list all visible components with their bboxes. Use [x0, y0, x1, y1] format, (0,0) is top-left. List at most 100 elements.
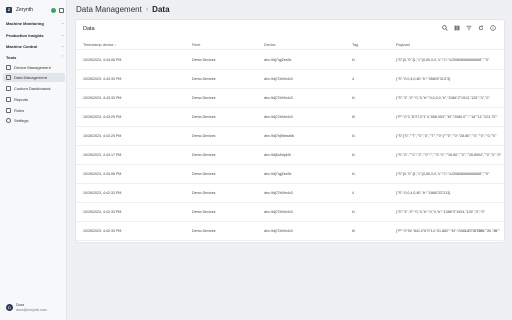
- cell-device: dev-9dj7rgj2se5x: [264, 58, 292, 62]
- cell-tag: t1: [352, 153, 355, 157]
- gear-icon: [6, 118, 11, 123]
- sidebar-item-device-management[interactable]: Device Management: [3, 63, 65, 72]
- col-header-timestamp[interactable]: Timestamp device ↓: [83, 43, 173, 47]
- table-row[interactable]: 10/26/2023, 4:44:06 PM Demo Devices dev-9d…: [76, 51, 504, 70]
- cell-device: dev-9dj72h0hr4v3: [264, 191, 293, 195]
- filter-icon[interactable]: [466, 25, 472, 31]
- sidebar-item-label: Reports: [14, 97, 29, 102]
- cell-tag: t1: [352, 172, 355, 176]
- cell-tag: t0: [352, 115, 355, 119]
- cell-fleet: Demo Devices: [192, 115, 216, 119]
- breadcrumb-parent[interactable]: Data Management: [76, 5, 142, 14]
- sort-arrow-down-icon: ↓: [114, 43, 117, 47]
- cell-timestamp: 10/26/2023, 4:43:33 PM: [83, 96, 122, 100]
- table-row[interactable]: 10/26/2023, 4:43:17 PM Demo Devices dev-9d…: [76, 146, 504, 165]
- chevron-up-icon: ⌃: [61, 55, 64, 59]
- section-tools[interactable]: Tools ⌃: [6, 53, 64, 61]
- cell-timestamp: 10/26/2023, 4:43:33 PM: [83, 77, 122, 81]
- info-icon[interactable]: [490, 25, 496, 31]
- col-header-tag[interactable]: Tag: [352, 43, 372, 47]
- table-row[interactable]: 10/26/2023, 4:42:33 PM Demo Devices dev-9d…: [76, 203, 504, 222]
- cell-fleet: Demo Devices: [192, 134, 216, 138]
- pagination: 1-10 of 190 ‹ ›: [464, 228, 496, 234]
- zerynth-logo: Z: [6, 7, 12, 13]
- table-toolbar: [442, 25, 496, 31]
- sidebar-item-label: Rules: [14, 108, 25, 113]
- section-machine-monitoring[interactable]: Machine Monitoring ⌄: [6, 19, 64, 27]
- table-row[interactable]: 10/26/2023, 4:42:33 PM Demo Devices dev-9d…: [76, 222, 504, 241]
- columns-icon[interactable]: [454, 25, 460, 31]
- table-row[interactable]: 10/26/2023, 4:42:33 PM Demo Devices dev-9d…: [76, 184, 504, 203]
- search-icon[interactable]: [442, 25, 448, 31]
- cell-payload: {"S":"0","""C":"2",""0":"",""3":"0",""26…: [396, 153, 502, 157]
- sidebar-item-custom-dashboards[interactable]: Custom Dashboards: [3, 84, 65, 93]
- section-label: Machine Control: [6, 43, 38, 49]
- table-row[interactable]: 10/26/2023, 4:43:25 PM Demo Devices dev-9d…: [76, 127, 504, 146]
- prev-page-icon[interactable]: ‹: [488, 228, 490, 234]
- chevron-down-icon: ⌄: [61, 21, 64, 25]
- cell-timestamp: 10/26/2023, 4:42:33 PM: [83, 210, 122, 214]
- cell-fleet: Demo Devices: [192, 153, 216, 157]
- cell-device: dev-9dj5u5dpk9t: [264, 153, 291, 157]
- user-profile[interactable]: D Docs docs@zerynth.com: [6, 303, 47, 312]
- cell-device: dev-9dj72h0hr4v3: [264, 96, 293, 100]
- cell-device: dev-9dj72h0hr4v3: [264, 210, 293, 214]
- cell-timestamp: 10/26/2023, 4:43:25 PM: [83, 134, 122, 138]
- cell-device: dev-9dj7rgj2se5x: [264, 172, 292, 176]
- dashboard-icon: [6, 86, 11, 91]
- breadcrumb-current: Data: [152, 5, 170, 14]
- section-label: Machine Monitoring: [6, 20, 44, 26]
- cell-fleet: Demo Devices: [192, 58, 216, 62]
- cell-payload: {"S":"0,0,4,0,4E,"b":"35803"314"3}: [396, 77, 451, 81]
- rules-icon: [6, 108, 11, 113]
- table-row[interactable]: 10/26/2023, 4:43:06 PM Demo Devices dev-9d…: [76, 165, 504, 184]
- cell-device: dev-9dj7bj9bbxa9k: [264, 134, 295, 138]
- page-range: 1-10 of 190: [464, 229, 483, 233]
- cell-tag: t1: [352, 58, 355, 62]
- sidebar-item-reports[interactable]: Reports: [3, 95, 65, 104]
- cell-timestamp: 10/26/2023, 4:43:06 PM: [83, 172, 122, 176]
- user-email: docs@zerynth.com: [16, 307, 47, 312]
- brand[interactable]: Z Zerynth: [6, 5, 64, 15]
- cell-fleet: Demo Devices: [192, 229, 216, 233]
- avatar: D: [6, 304, 13, 312]
- section-machine-control[interactable]: Machine Control ⌄: [6, 42, 64, 50]
- cell-device: dev-9dj72h0hr4v3: [264, 115, 293, 119]
- cell-payload: {"S":"3","0":"0,"0,"b":"0,"0,"b":"1086"3…: [396, 210, 485, 214]
- cell-tag: t1: [352, 96, 355, 100]
- cell-tag: 4: [352, 77, 354, 81]
- col-header-fleet[interactable]: Fleet: [192, 43, 252, 47]
- sidebar-item-label: Custom Dashboards: [14, 86, 51, 91]
- table-row[interactable]: 10/26/2023, 4:43:33 PM Demo Devices dev-9d…: [76, 70, 504, 89]
- cell-payload: {"S":"0,0,4,0,4E,"b":"1868"33"313}: [396, 191, 451, 195]
- sidebar: Z Zerynth Machine Monitoring ⌄ Productio…: [0, 0, 67, 320]
- sidebar-toggle-icon[interactable]: [59, 7, 64, 13]
- cell-tag: t1: [352, 134, 355, 138]
- cell-payload: {"S":[0,"0":[1,"1":[0,60,0,0,"c":"1":"c2…: [396, 172, 490, 176]
- cell-fleet: Demo Devices: [192, 77, 216, 81]
- table-header: Timestamp device ↓ Fleet Device Tag Payl…: [76, 41, 504, 50]
- sidebar-item-label: Data Management: [14, 75, 47, 80]
- breadcrumb: Data Management › Data: [76, 5, 170, 14]
- cell-timestamp: 10/26/2023, 4:44:06 PM: [83, 58, 122, 62]
- table-row[interactable]: 10/26/2023, 4:43:33 PM Demo Devices dev-9d…: [76, 89, 504, 108]
- col-header-payload[interactable]: Payload: [396, 43, 504, 47]
- card-title: Data: [83, 26, 95, 32]
- section-production-insights[interactable]: Production Insights ⌄: [6, 31, 64, 39]
- next-page-icon[interactable]: ›: [494, 228, 496, 234]
- database-icon: [6, 75, 11, 80]
- sidebar-item-data-management[interactable]: Data Management: [3, 73, 65, 82]
- sidebar-item-rules[interactable]: Rules: [3, 106, 65, 115]
- cell-device: dev-9dj72h0hr4v3: [264, 77, 293, 81]
- table-row[interactable]: 10/26/2023, 4:43:25 PM Demo Devices dev-9d…: [76, 108, 504, 127]
- sidebar-item-settings[interactable]: Settings: [3, 116, 65, 125]
- cell-fleet: Demo Devices: [192, 191, 216, 195]
- refresh-icon[interactable]: [478, 25, 484, 31]
- sidebar-item-label: Device Management: [14, 65, 51, 70]
- status-dot-icon: [51, 7, 56, 13]
- cell-tag: t1: [352, 210, 355, 214]
- cell-timestamp: 10/26/2023, 4:43:25 PM: [83, 115, 122, 119]
- cell-fleet: Demo Devices: [192, 96, 216, 100]
- cell-device: dev-9dj72h0hr4v3: [264, 229, 293, 233]
- col-header-device[interactable]: Device: [264, 43, 334, 47]
